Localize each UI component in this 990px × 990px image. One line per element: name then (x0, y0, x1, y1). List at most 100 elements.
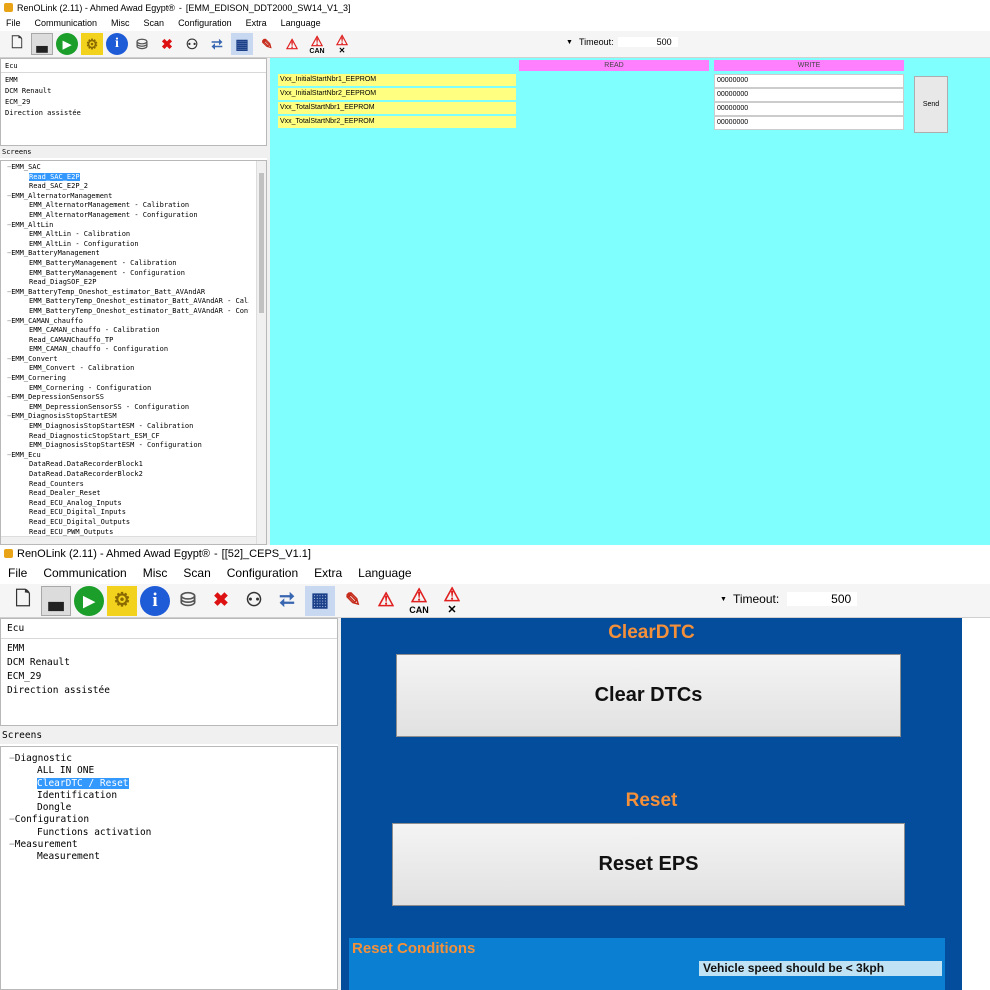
tree-item[interactable]: Read_Dealer_Reset (5, 489, 249, 499)
panel-icon[interactable]: ▦ (231, 33, 253, 55)
tree-item[interactable]: EMM_Ecu (5, 451, 249, 461)
gear-icon[interactable]: ⚙ (107, 585, 137, 616)
tree-item[interactable]: EMM_Convert (5, 355, 249, 365)
tree-item[interactable]: Measurement (7, 839, 331, 851)
dropdown-arrow-icon[interactable]: ▼ (566, 39, 573, 46)
write-input[interactable]: 00000000 (714, 88, 904, 102)
tree-item[interactable]: EMM_CAMAN_chauffo (5, 317, 249, 327)
menu-language[interactable]: Language (281, 18, 321, 28)
tree-item[interactable]: EMM_DepressionSensorSS (5, 393, 249, 403)
tree-item[interactable]: Identification (7, 790, 331, 802)
database-icon[interactable]: ⛁ (173, 586, 203, 616)
menu-configuration[interactable]: Configuration (178, 18, 232, 28)
warning-icon[interactable]: ⚠ (371, 586, 401, 616)
tree-item[interactable]: ALL IN ONE (7, 765, 331, 777)
tree-item[interactable]: Measurement (7, 851, 331, 863)
tree-item[interactable]: EMM_DepressionSensorSS - Configuration (5, 403, 249, 413)
tree-item[interactable]: EMM_CAMAN_chauffo - Configuration (5, 345, 249, 355)
gear-icon[interactable]: ⚙ (81, 33, 103, 55)
menu-misc[interactable]: Misc (111, 18, 130, 28)
clear-dtcs-button[interactable]: Clear DTCs (396, 654, 901, 737)
horizontal-scrollbar[interactable] (1, 536, 256, 544)
new-file-icon[interactable]: 🗋 (6, 33, 28, 55)
menu-extra[interactable]: Extra (246, 18, 267, 28)
play-icon[interactable]: ▶ (74, 585, 104, 616)
dropdown-arrow-icon[interactable]: ▼ (720, 596, 727, 603)
tree-item[interactable]: EMM_AlternatorManagement - Configuration (5, 211, 249, 221)
tree-item[interactable]: EMM_DiagnosisStopStartESM - Calibration (5, 422, 249, 432)
write-input[interactable]: 00000000 (714, 116, 904, 130)
tree-item[interactable]: Read_ECU_Analog_Inputs (5, 499, 249, 509)
network-icon[interactable]: ⮂ (272, 586, 302, 616)
menu-extra[interactable]: Extra (314, 566, 342, 580)
pen-icon[interactable]: ✎ (256, 33, 278, 55)
pen-icon[interactable]: ✎ (338, 586, 368, 616)
tree-item[interactable]: DataRead.DataRecorderBlock2 (5, 470, 249, 480)
binoculars-icon[interactable]: ⚇ (181, 33, 203, 55)
warning-clear-icon[interactable]: ⚠ ✕ (331, 33, 353, 55)
menu-communication[interactable]: Communication (35, 18, 98, 28)
warning-clear-icon[interactable]: ⚠ ✕ (437, 586, 467, 616)
network-icon[interactable]: ⮂ (206, 33, 228, 55)
timeout-input[interactable]: 500 (617, 37, 678, 47)
tree-item[interactable]: Diagnostic (7, 753, 331, 765)
panel-icon[interactable]: ▦ (305, 585, 335, 616)
tree-item[interactable]: EMM_DiagnosisStopStartESM (5, 412, 249, 422)
reset-eps-button[interactable]: Reset EPS (392, 823, 905, 906)
tree-item[interactable]: Dongle (7, 802, 331, 814)
play-icon[interactable]: ▶ (56, 33, 78, 55)
tree-item[interactable]: Read_ECU_Digital_Outputs (5, 518, 249, 528)
menu-configuration[interactable]: Configuration (227, 566, 298, 580)
tree-item[interactable]: EMM_Cornering - Configuration (5, 384, 249, 394)
tree-item[interactable]: Configuration (7, 814, 331, 826)
tree-item[interactable]: EMM_AlternatorManagement (5, 192, 249, 202)
tree-item[interactable]: EMM_BatteryTemp_Oneshot_estimator_Batt_A… (5, 307, 249, 317)
menu-file[interactable]: File (6, 18, 21, 28)
tree-item[interactable]: ClearDTC / Reset (7, 777, 331, 790)
tree-item[interactable]: EMM_BatteryTemp_Oneshot_estimator_Batt_A… (5, 297, 249, 307)
tree-item[interactable]: EMM_Cornering (5, 374, 249, 384)
tree-item[interactable]: EMM_SAC (5, 163, 249, 173)
vertical-scrollbar[interactable] (256, 161, 266, 544)
tree-item[interactable]: EMM_DiagnosisStopStartESM - Configuratio… (5, 441, 249, 451)
tree-item[interactable]: Read_DiagnosticStopStart_ESM_CF (5, 432, 249, 442)
menu-scan[interactable]: Scan (183, 566, 210, 580)
tree-item[interactable]: EMM_AlternatorManagement - Calibration (5, 201, 249, 211)
tree-item[interactable]: Read_DiagSOF_E2P (5, 278, 249, 288)
tree-item[interactable]: Read_SAC_E2P (5, 172, 249, 183)
tree-item[interactable]: Functions activation (7, 827, 331, 839)
tree-item[interactable]: EMM_CAMAN_chauffo - Calibration (5, 326, 249, 336)
timeout-input[interactable]: 500 (787, 592, 858, 606)
signal-icon[interactable]: ▃ (31, 33, 53, 55)
send-button[interactable]: Send (914, 76, 948, 133)
can-warning-icon[interactable]: ⚠ CAN (404, 586, 434, 616)
tree-item[interactable]: EMM_AltLin (5, 221, 249, 231)
tree-item[interactable]: EMM_AltLin - Configuration (5, 240, 249, 250)
tree-item[interactable]: EMM_BatteryManagement (5, 249, 249, 259)
database-icon[interactable]: ⛁ (131, 33, 153, 55)
tree-item[interactable]: DataRead.DataRecorderBlock1 (5, 460, 249, 470)
write-input[interactable]: 00000000 (714, 74, 904, 88)
close-icon[interactable]: ✖ (206, 586, 236, 616)
menu-scan[interactable]: Scan (144, 18, 165, 28)
menu-misc[interactable]: Misc (143, 566, 168, 580)
write-input[interactable]: 00000000 (714, 102, 904, 116)
tree-item[interactable]: Read_SAC_E2P_2 (5, 182, 249, 192)
menu-communication[interactable]: Communication (43, 566, 126, 580)
binoculars-icon[interactable]: ⚇ (239, 586, 269, 616)
tree-item[interactable]: EMM_BatteryManagement - Calibration (5, 259, 249, 269)
info-icon[interactable]: i (106, 33, 128, 55)
tree-item[interactable]: EMM_AltLin - Calibration (5, 230, 249, 240)
menu-file[interactable]: File (8, 566, 27, 580)
tree-item[interactable]: EMM_BatteryTemp_Oneshot_estimator_Batt_A… (5, 288, 249, 298)
tree-item[interactable]: Read_Counters (5, 480, 249, 490)
info-icon[interactable]: i (140, 585, 170, 616)
tree-item[interactable]: Read_CAMANChauffo_TP (5, 336, 249, 346)
can-warning-icon[interactable]: ⚠ CAN (306, 33, 328, 55)
new-file-icon[interactable]: 🗋 (8, 586, 38, 616)
menu-language[interactable]: Language (358, 566, 411, 580)
tree-item[interactable]: EMM_Convert - Calibration (5, 364, 249, 374)
tree-item[interactable]: EMM_BatteryManagement - Configuration (5, 269, 249, 279)
close-icon[interactable]: ✖ (156, 33, 178, 55)
tree-item[interactable]: Read_ECU_Digital_Inputs (5, 508, 249, 518)
